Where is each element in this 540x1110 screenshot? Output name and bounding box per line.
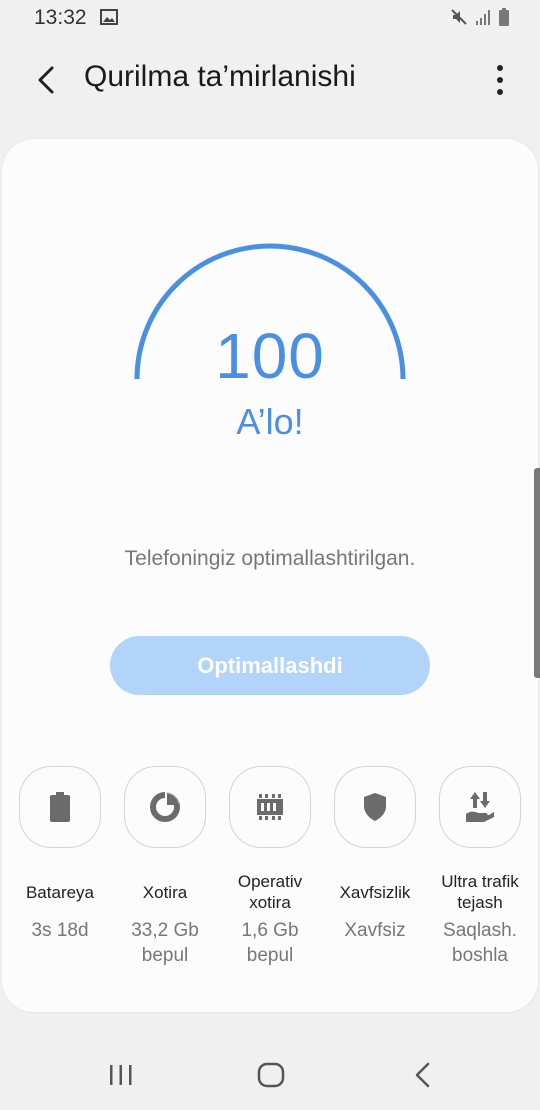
more-options-button[interactable] [492, 64, 508, 96]
score-grade: A’lo! [236, 401, 304, 442]
tile-label: Xotira [142, 882, 188, 902]
score-value: 100 [215, 320, 325, 392]
shield-icon [334, 766, 416, 848]
app-bar: Qurilma ta’mirlanishi [0, 38, 540, 122]
signal-icon [474, 8, 492, 31]
tile-memory[interactable]: Operativ xotira 1,6 Gb bepul [218, 766, 322, 968]
tile-value: 33,2 Gb bepul [131, 920, 199, 966]
status-bar: 13:32 [0, 0, 540, 38]
tile-data-saver[interactable]: Ultra trafik tejash Saqlash. boshla [428, 766, 532, 968]
back-button[interactable] [30, 60, 66, 100]
battery-status-icon [498, 8, 510, 31]
battery-icon [19, 766, 101, 848]
home-button[interactable] [256, 1060, 286, 1095]
optimize-button[interactable]: Optimallashdi [110, 636, 430, 695]
status-icons [450, 8, 510, 31]
tile-value: Xavfsiz [344, 920, 406, 941]
more-vert-icon [497, 65, 503, 95]
tile-value: 1,6 Gb bepul [241, 920, 299, 966]
tile-label: Operativ xotira [237, 872, 303, 912]
back-nav-button[interactable] [410, 1060, 436, 1095]
status-message: Telefoningiz optimallashtirilgan. [124, 547, 416, 570]
tile-value: Saqlash. boshla [443, 920, 517, 966]
home-icon [257, 1062, 285, 1088]
memory-chip-icon [229, 766, 311, 848]
back-nav-icon [415, 1062, 430, 1088]
storage-pie-icon [124, 766, 206, 848]
tile-battery[interactable]: Batareya 3s 18d [8, 766, 112, 943]
status-time: 13:32 [34, 6, 87, 29]
page-title: Qurilma ta’mirlanishi [84, 60, 356, 93]
tile-value: 3s 18d [31, 920, 89, 941]
edge-panel-handle[interactable] [534, 468, 540, 678]
tile-label: Batareya [25, 882, 95, 902]
gallery-notification-icon [100, 9, 118, 30]
tile-label: Xavfsizlik [339, 882, 411, 902]
tile-label: Ultra trafik tejash [441, 872, 519, 912]
mute-icon [450, 8, 468, 31]
tile-storage[interactable]: Xotira 33,2 Gb bepul [113, 766, 217, 968]
main-card: 100 A’lo! Telefoningiz optimallashtirilg… [2, 139, 538, 1012]
data-saver-icon [439, 766, 521, 848]
navigation-bar [0, 1040, 540, 1110]
tile-security[interactable]: Xavfsizlik Xavfsiz [323, 766, 427, 943]
back-arrow-icon [38, 66, 54, 94]
recent-apps-icon [110, 1065, 132, 1085]
recent-apps-button[interactable] [108, 1060, 134, 1095]
